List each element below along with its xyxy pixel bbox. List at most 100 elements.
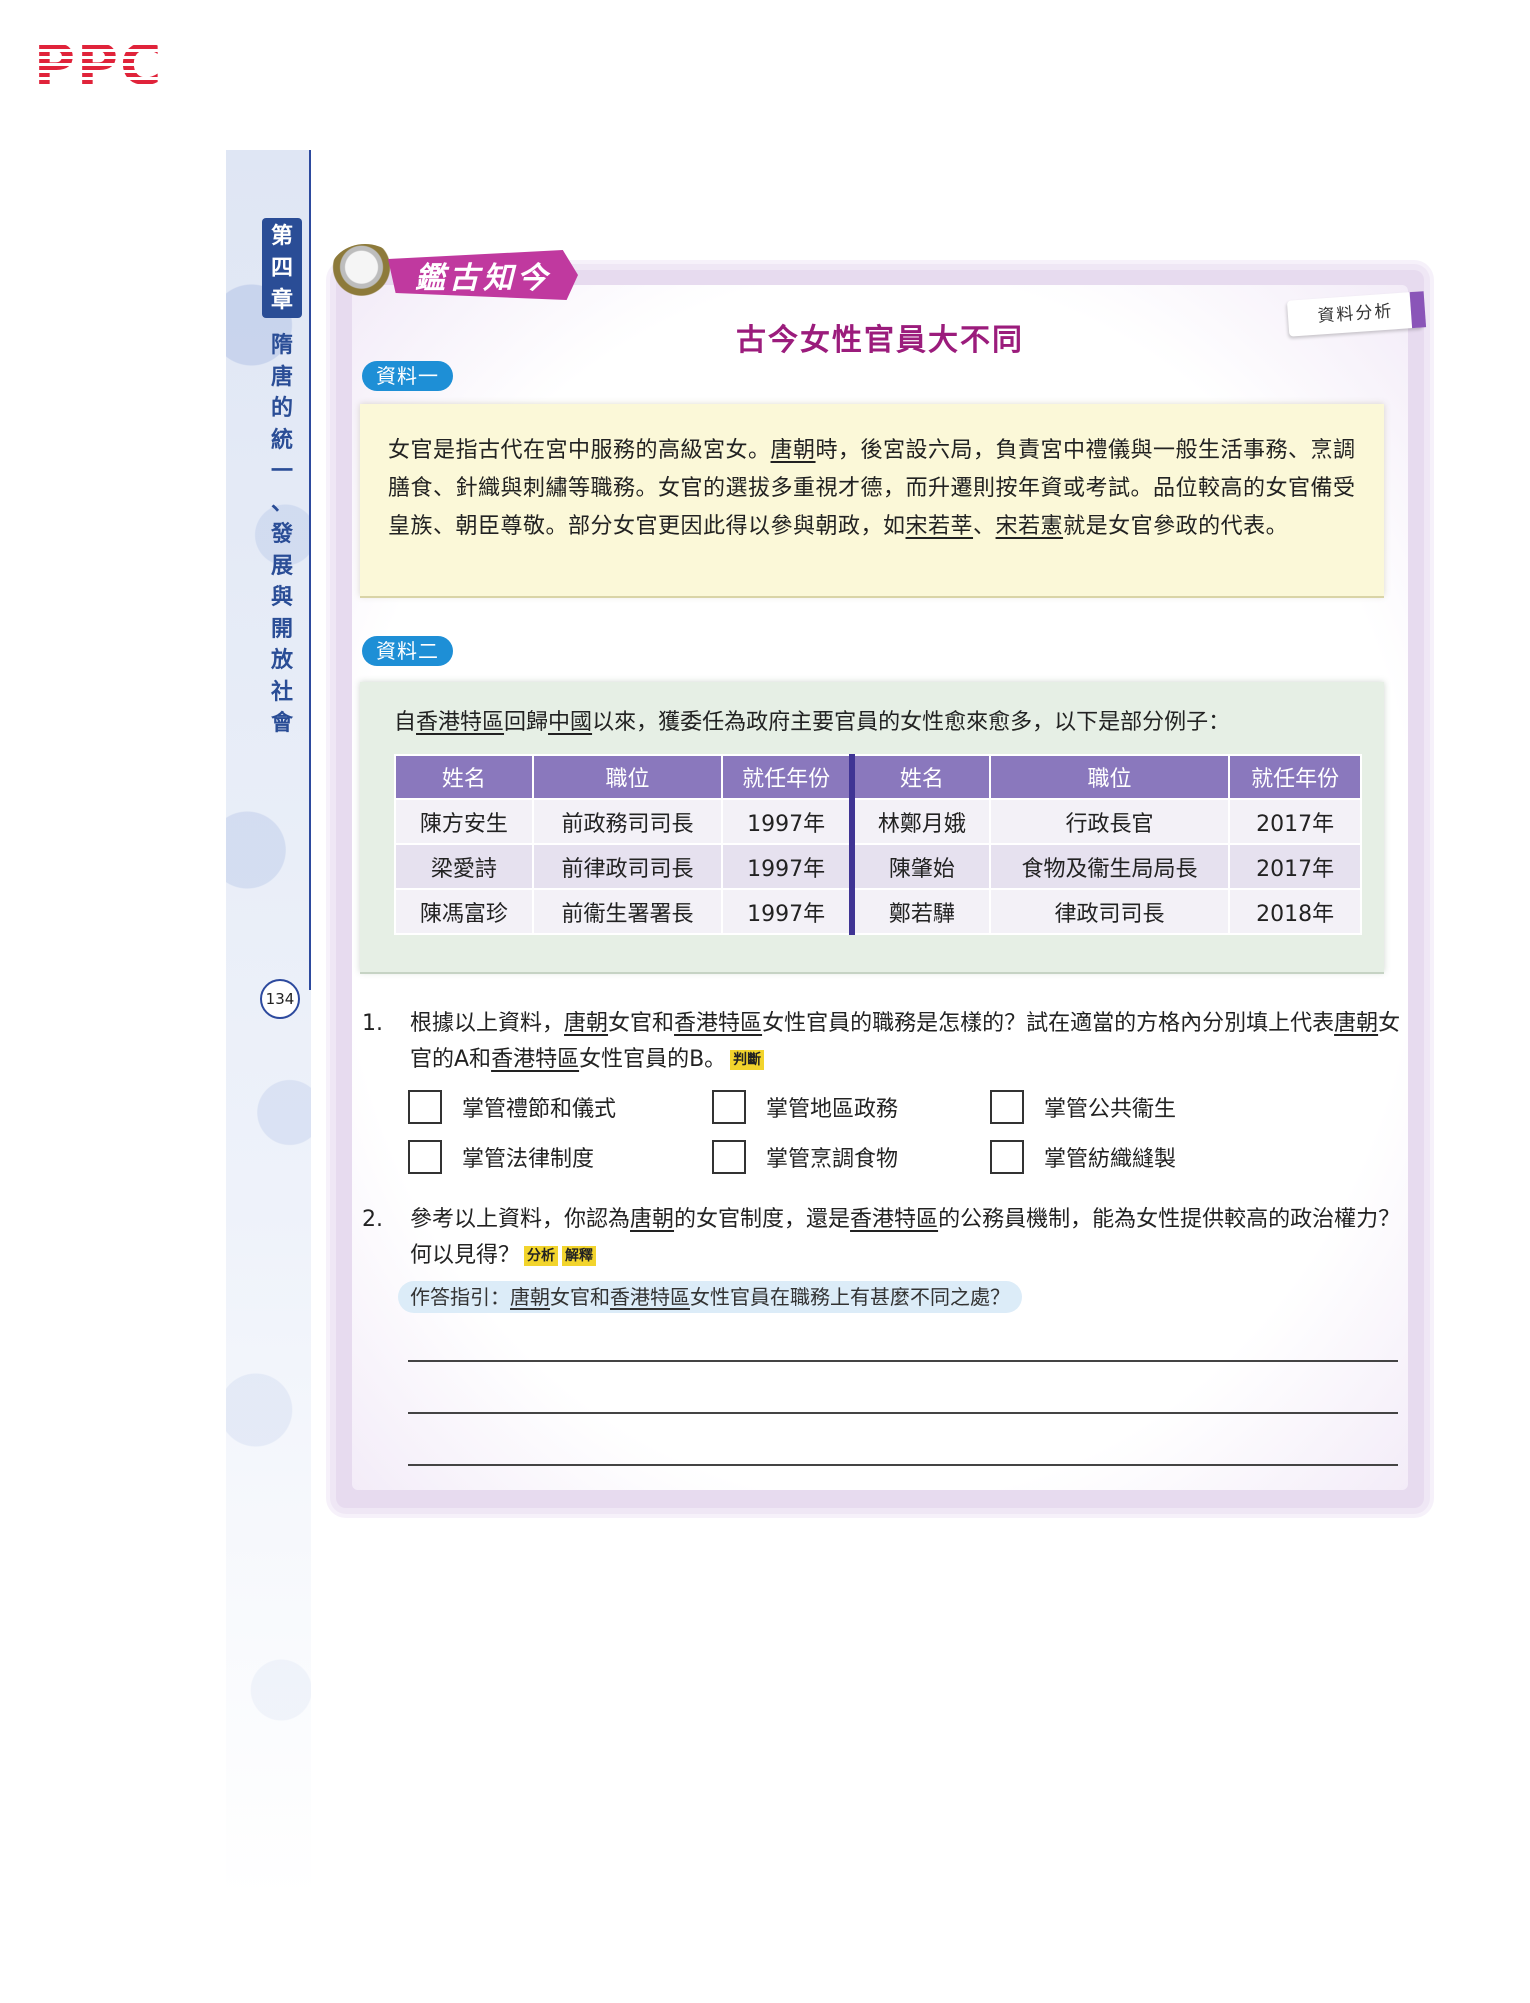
text-segment: 就是女官參政的代表。 <box>1063 514 1289 539</box>
chapter-title-char: 的 <box>270 395 293 421</box>
source1-text: 女官是指古代在宮中服務的高級宮女。唐朝時，後宮設六局，負責宮中禮儀與一般生活事務… <box>388 432 1356 546</box>
proper-noun: 唐朝 <box>1334 1011 1379 1036</box>
table-cell: 食物及衞生局局長 <box>988 843 1231 890</box>
answer-checkbox[interactable] <box>408 1090 442 1124</box>
text-segment: 女官是指古代在宮中服務的高級宮女。 <box>388 438 771 463</box>
answer-line[interactable] <box>408 1360 1398 1362</box>
table-cell: 陳方安生 <box>394 798 534 845</box>
option-textiles[interactable]: 掌管紡織縫製 <box>990 1140 1176 1174</box>
table-cell: 2017年 <box>1228 843 1362 890</box>
table-cell: 1997年 <box>721 888 856 935</box>
question-number: 2. <box>362 1207 383 1232</box>
option-ritual[interactable]: 掌管禮節和儀式 <box>408 1090 616 1124</box>
table-cell: 1997年 <box>721 798 856 845</box>
option-label: 掌管法律制度 <box>462 1147 595 1172</box>
proper-noun: 唐朝 <box>510 1285 550 1309</box>
table-row: 梁愛詩 前律政司司長 1997年 陳肇始 食物及衞生局局長 2017年 <box>394 843 1362 890</box>
option-local-affairs[interactable]: 掌管地區政務 <box>712 1090 898 1124</box>
option-public-health[interactable]: 掌管公共衞生 <box>990 1090 1176 1124</box>
table-cell: 鄭若驊 <box>851 888 991 935</box>
text-segment: 以來，獲委任為政府主要官員的女性愈來愈多，以下是部分例子： <box>592 710 1231 735</box>
text-segment: 參考以上資料，你認為 <box>410 1207 631 1232</box>
table-header: 職位 <box>531 754 724 800</box>
table-cell: 前政務司司長 <box>531 798 724 845</box>
chapter-title-char: 與 <box>270 584 293 610</box>
question-2: 2. 參考以上資料，你認為唐朝的女官制度，還是香港特區的公務員機制，能為女性提供… <box>362 1202 1412 1282</box>
proper-noun: 唐朝 <box>630 1207 675 1232</box>
chapter-title-char: 、 <box>270 489 293 516</box>
text-segment: 女官和 <box>608 1011 675 1036</box>
answer-line[interactable] <box>408 1412 1398 1414</box>
option-legal-system[interactable]: 掌管法律制度 <box>408 1140 594 1174</box>
option-label: 掌管禮節和儀式 <box>462 1097 617 1122</box>
table-row: 陳馮富珍 前衞生署署長 1997年 鄭若驊 律政司司長 2018年 <box>394 888 1362 935</box>
option-cooking[interactable]: 掌管烹調食物 <box>712 1140 898 1174</box>
proper-noun: 香港特區 <box>674 1011 763 1036</box>
answer-line[interactable] <box>408 1464 1398 1466</box>
option-label: 掌管地區政務 <box>766 1097 899 1122</box>
chapter-title-char: 發 <box>270 521 293 547</box>
chapter-number-tab: 第 四 章 <box>262 218 302 318</box>
medal-icon <box>330 244 400 302</box>
chapter-tab-char: 章 <box>270 287 293 313</box>
option-label: 掌管公共衞生 <box>1044 1097 1177 1122</box>
skill-badge: 解釋 <box>562 1246 597 1266</box>
chapter-title-char: 會 <box>270 710 293 736</box>
chapter-title-char: 隋 <box>270 332 293 358</box>
table-header: 姓名 <box>851 754 991 800</box>
source2-label: 資料二 <box>362 636 453 666</box>
chapter-title-char: 放 <box>270 647 293 673</box>
answer-checkbox[interactable] <box>712 1140 746 1174</box>
table-cell: 律政司司長 <box>988 888 1231 935</box>
table-cell: 陳肇始 <box>851 843 991 890</box>
text-segment: 女官和 <box>550 1285 610 1309</box>
section-banner-text: 鑑古知今 <box>415 261 551 296</box>
answer-checkbox[interactable] <box>990 1140 1024 1174</box>
table-cell: 前律政司司長 <box>531 843 724 890</box>
chapter-tab-char: 第 <box>270 223 293 249</box>
question-number: 1. <box>362 1011 383 1036</box>
chapter-title-char: 開 <box>270 615 293 642</box>
answer-checkbox[interactable] <box>712 1090 746 1124</box>
proper-noun: 中國 <box>548 710 593 735</box>
source2-card: 自香港特區回歸中國以來，獲委任為政府主要官員的女性愈來愈多，以下是部分例子： 姓… <box>360 682 1384 972</box>
text-segment: 女性官員的職務是怎樣的？試在適當的方格內分別填上代表 <box>762 1011 1335 1036</box>
proper-noun: 宋若莘 <box>905 514 974 539</box>
proper-noun: 香港特區 <box>491 1047 580 1072</box>
table-cell: 前衞生署署長 <box>531 888 724 935</box>
page-number: 134 <box>260 979 300 1019</box>
table-cell: 2018年 <box>1228 888 1362 935</box>
table-header: 職位 <box>988 754 1231 800</box>
chapter-title-char: 展 <box>270 552 293 579</box>
chapter-title: 隋 唐 的 統 一 、 發 展 與 開 放 社 會 <box>262 330 302 740</box>
text-segment: 女性官員在職務上有甚麼不同之處？ <box>690 1285 1010 1309</box>
option-label: 掌管烹調食物 <box>766 1147 899 1172</box>
text-segment: 、 <box>973 514 996 539</box>
chapter-title-char: 統 <box>270 426 293 453</box>
officials-table: 姓名 職位 就任年份 姓名 職位 就任年份 陳方安生 前政務司司長 1997年 … <box>394 754 1362 935</box>
side-divider-line <box>309 150 311 990</box>
table-header-row: 姓名 職位 就任年份 姓名 職位 就任年份 <box>394 754 1362 800</box>
chapter-tab-char: 四 <box>270 255 293 281</box>
page-title: 古今女性官員大不同 <box>736 323 1024 358</box>
answer-hint: 作答指引：唐朝女官和香港特區女性官員在職務上有甚麼不同之處？ <box>398 1281 1022 1313</box>
source2-intro: 自香港特區回歸中國以來，獲委任為政府主要官員的女性愈來愈多，以下是部分例子： <box>394 708 1230 738</box>
proper-noun: 唐朝 <box>770 438 816 463</box>
question-text: 參考以上資料，你認為唐朝的女官制度，還是香港特區的公務員機制，能為女性提供較高的… <box>410 1202 1410 1274</box>
table-cell: 林鄭月娥 <box>851 798 991 845</box>
answer-checkbox[interactable] <box>408 1140 442 1174</box>
chapter-title-char: 一 <box>270 458 293 484</box>
table-cell: 1997年 <box>721 843 856 890</box>
skill-badge: 判斷 <box>730 1050 765 1070</box>
table-header: 姓名 <box>394 754 534 800</box>
answer-checkbox[interactable] <box>990 1090 1024 1124</box>
table-row: 陳方安生 前政務司司長 1997年 林鄭月娥 行政長官 2017年 <box>394 798 1362 845</box>
proper-noun: 唐朝 <box>564 1011 609 1036</box>
proper-noun: 香港特區 <box>610 1285 690 1309</box>
proper-noun: 宋若憲 <box>995 514 1064 539</box>
table-header: 就任年份 <box>1228 754 1362 800</box>
source1-label: 資料一 <box>362 361 453 391</box>
text-segment: 的女官制度，還是 <box>674 1207 851 1232</box>
text-segment: 自 <box>394 710 417 735</box>
chapter-title-char: 唐 <box>270 363 293 390</box>
